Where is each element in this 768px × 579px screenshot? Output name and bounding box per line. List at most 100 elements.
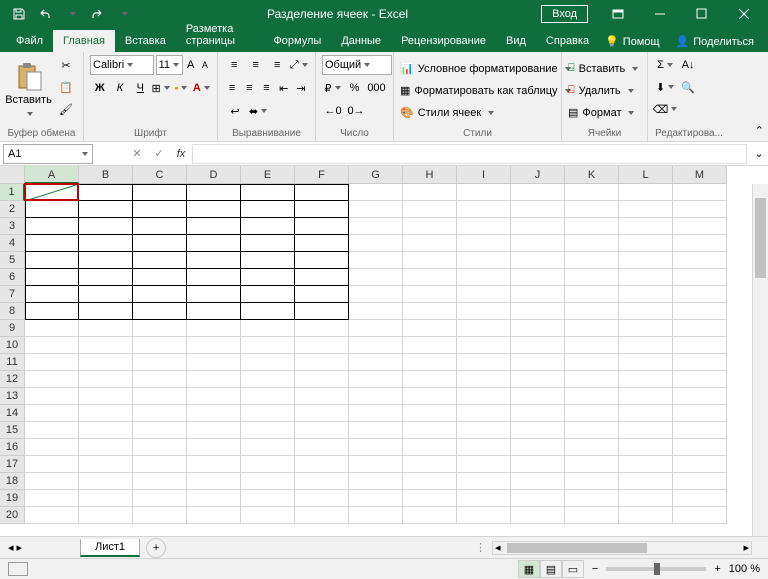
conditional-format-button[interactable]: 📊Условное форматирование [400, 59, 555, 79]
cell[interactable] [25, 303, 79, 320]
row-header[interactable]: 18 [0, 473, 25, 490]
cell[interactable] [619, 235, 673, 252]
cell[interactable] [187, 388, 241, 405]
column-header[interactable]: E [241, 166, 295, 184]
cell[interactable] [295, 473, 349, 490]
cell[interactable] [349, 286, 403, 303]
cell[interactable] [511, 405, 565, 422]
cut-button[interactable]: ✂ [55, 55, 77, 75]
cell[interactable] [349, 320, 403, 337]
tab-home[interactable]: Главная [53, 30, 115, 52]
cell[interactable] [79, 354, 133, 371]
cell[interactable] [457, 388, 511, 405]
save-button[interactable] [8, 3, 30, 25]
maximize-button[interactable] [682, 0, 722, 28]
page-break-view-button[interactable]: ▭ [562, 560, 584, 578]
cell[interactable] [25, 354, 79, 371]
cell[interactable] [241, 405, 295, 422]
cell[interactable] [241, 507, 295, 524]
zoom-out-button[interactable]: − [592, 563, 598, 575]
cell[interactable] [349, 269, 403, 286]
cell[interactable] [79, 388, 133, 405]
cell[interactable] [295, 422, 349, 439]
cell[interactable] [349, 405, 403, 422]
cell[interactable] [619, 252, 673, 269]
cell[interactable] [295, 456, 349, 473]
cell[interactable] [349, 456, 403, 473]
row-header[interactable]: 7 [0, 286, 25, 303]
increase-indent-button[interactable]: ⇥ [293, 78, 309, 98]
cell[interactable] [673, 473, 727, 490]
row-header[interactable]: 3 [0, 218, 25, 235]
cell[interactable] [241, 473, 295, 490]
enter-formula-button[interactable]: ✓ [148, 144, 170, 164]
cell[interactable] [295, 371, 349, 388]
cell[interactable] [673, 218, 727, 235]
cell[interactable] [349, 337, 403, 354]
cell[interactable] [673, 269, 727, 286]
cell[interactable] [403, 269, 457, 286]
cell[interactable] [241, 354, 295, 371]
cell[interactable] [673, 456, 727, 473]
cell[interactable] [133, 354, 187, 371]
cell[interactable] [511, 388, 565, 405]
split-handle-icon[interactable]: ⋮ [475, 541, 486, 554]
cell[interactable] [673, 235, 727, 252]
cell[interactable] [133, 184, 187, 201]
cell[interactable] [673, 439, 727, 456]
cell[interactable] [349, 235, 403, 252]
row-header[interactable]: 17 [0, 456, 25, 473]
cell[interactable] [619, 490, 673, 507]
cell[interactable] [565, 490, 619, 507]
sheet-nav-buttons[interactable]: ◂ ▸ [0, 541, 30, 554]
cell[interactable] [25, 405, 79, 422]
column-header[interactable]: C [133, 166, 187, 184]
cell[interactable] [403, 235, 457, 252]
cell[interactable] [295, 490, 349, 507]
underline-button[interactable]: Ч [131, 78, 150, 98]
cell[interactable] [457, 269, 511, 286]
cell[interactable] [187, 303, 241, 320]
cell[interactable] [511, 337, 565, 354]
cell[interactable] [511, 269, 565, 286]
cell[interactable] [133, 320, 187, 337]
cell[interactable] [79, 473, 133, 490]
cell[interactable] [565, 303, 619, 320]
cell[interactable] [673, 320, 727, 337]
redo-button[interactable] [86, 3, 108, 25]
row-header[interactable]: 15 [0, 422, 25, 439]
cell[interactable] [187, 337, 241, 354]
cell[interactable] [241, 388, 295, 405]
cell[interactable] [457, 201, 511, 218]
row-header[interactable]: 14 [0, 405, 25, 422]
cell[interactable] [673, 286, 727, 303]
cell[interactable] [565, 456, 619, 473]
column-header[interactable]: L [619, 166, 673, 184]
cell[interactable] [457, 490, 511, 507]
cell[interactable] [457, 184, 511, 201]
collapse-ribbon-button[interactable]: ⌃ [755, 124, 764, 137]
cell[interactable] [565, 269, 619, 286]
row-header[interactable]: 10 [0, 337, 25, 354]
formula-input[interactable] [192, 144, 747, 164]
cell[interactable] [241, 235, 295, 252]
cell[interactable] [619, 354, 673, 371]
cell[interactable] [565, 201, 619, 218]
orientation-button[interactable]: ⤢ [289, 55, 310, 75]
comma-button[interactable]: 000 [366, 78, 387, 98]
cell[interactable] [457, 405, 511, 422]
cell[interactable] [457, 422, 511, 439]
fill-color-button[interactable]: 🞍 [171, 78, 190, 98]
cell[interactable] [187, 320, 241, 337]
merge-button[interactable]: ⬌ [247, 101, 269, 121]
cell[interactable] [457, 286, 511, 303]
cell[interactable] [511, 286, 565, 303]
cell[interactable] [133, 507, 187, 524]
tab-insert[interactable]: Вставка [115, 30, 176, 52]
cell[interactable] [25, 201, 79, 218]
cell[interactable] [133, 422, 187, 439]
cell[interactable] [187, 371, 241, 388]
cell[interactable] [457, 218, 511, 235]
horizontal-scrollbar[interactable]: ◂ ▸ [492, 541, 752, 555]
cell[interactable] [25, 235, 79, 252]
